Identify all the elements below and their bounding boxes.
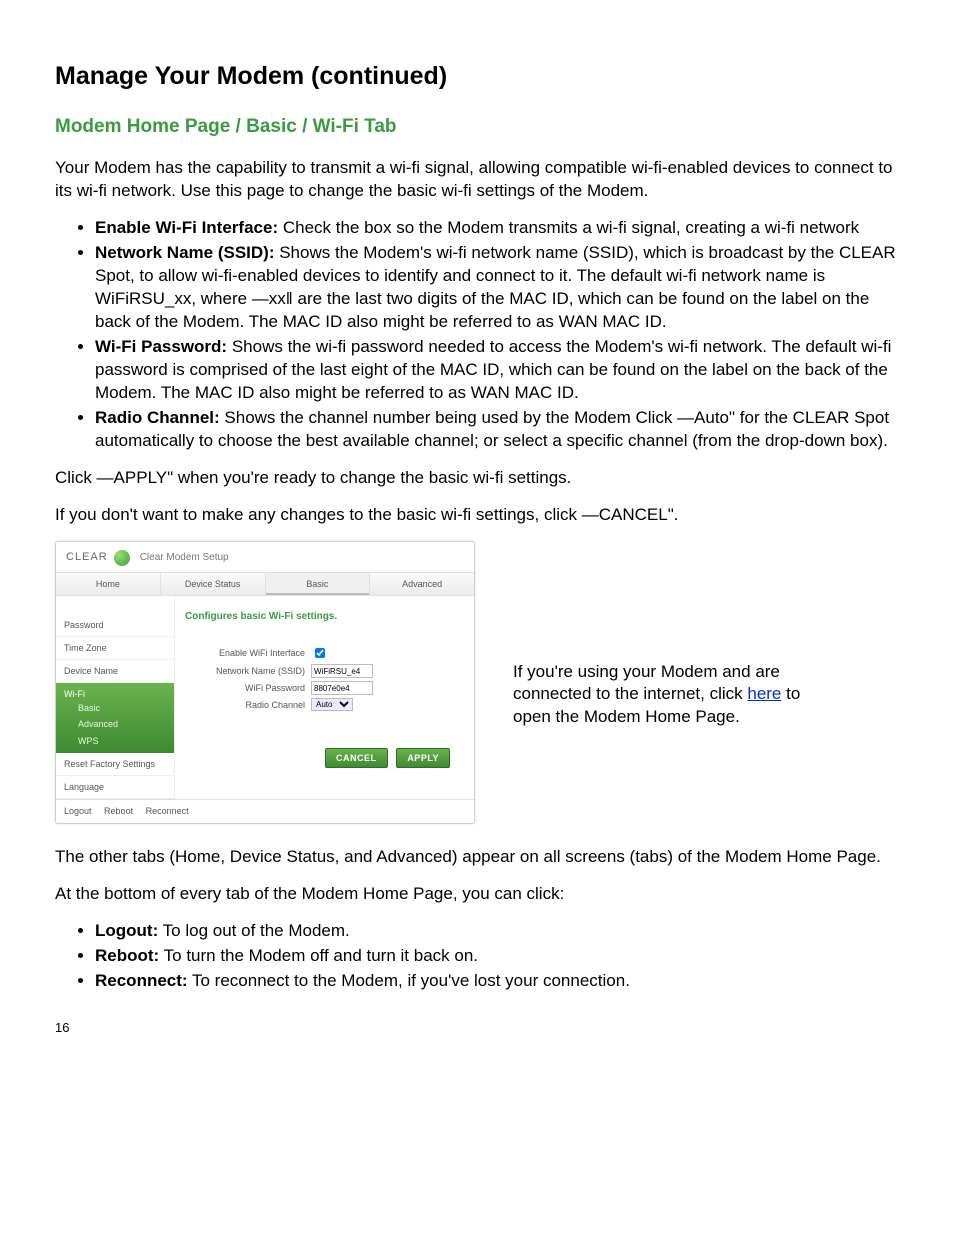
sidebar-item-timezone[interactable]: Time Zone bbox=[56, 637, 174, 660]
enable-wifi-checkbox[interactable] bbox=[315, 648, 325, 658]
other-tabs-note: The other tabs (Home, Device Status, and… bbox=[55, 846, 899, 869]
tab-bar: Home Device Status Basic Advanced bbox=[56, 572, 474, 596]
apply-button[interactable]: APPLY bbox=[396, 748, 450, 768]
side-note: If you're using your Modem and are conne… bbox=[513, 541, 803, 730]
bottom-intro: At the bottom of every tab of the Modem … bbox=[55, 883, 899, 906]
sidebar: Password Time Zone Device Name Wi-Fi Bas… bbox=[56, 596, 174, 799]
footer-reboot[interactable]: Reboot bbox=[104, 806, 133, 816]
footer-logout[interactable]: Logout bbox=[64, 806, 92, 816]
sidebar-item-reset[interactable]: Reset Factory Settings bbox=[56, 753, 174, 776]
ssid-input[interactable] bbox=[311, 664, 373, 678]
ssid-label: Network Name (SSID) bbox=[185, 665, 311, 677]
list-item: Logout: To log out of the Modem. bbox=[95, 920, 899, 943]
footer-links: Logout Reboot Reconnect bbox=[56, 799, 474, 817]
list-item: Network Name (SSID): Shows the Modem's w… bbox=[95, 242, 899, 334]
password-label: WiFi Password bbox=[185, 682, 311, 694]
footer-reconnect[interactable]: Reconnect bbox=[146, 806, 189, 816]
list-item: Enable Wi-Fi Interface: Check the box so… bbox=[95, 217, 899, 240]
brand-logo-icon bbox=[114, 550, 130, 566]
panel-heading: Configures basic Wi-Fi settings. bbox=[185, 610, 464, 624]
list-item: Reconnect: To reconnect to the Modem, if… bbox=[95, 970, 899, 993]
cancel-note: If you don't want to make any changes to… bbox=[55, 504, 899, 527]
feature-list: Enable Wi-Fi Interface: Check the box so… bbox=[55, 217, 899, 452]
password-input[interactable] bbox=[311, 681, 373, 695]
list-item: Radio Channel: Shows the channel number … bbox=[95, 407, 899, 453]
footer-action-list: Logout: To log out of the Modem. Reboot:… bbox=[55, 920, 899, 993]
list-item: Wi-Fi Password: Shows the wi-fi password… bbox=[95, 336, 899, 405]
radio-channel-select[interactable]: Auto bbox=[311, 698, 353, 711]
page-number: 16 bbox=[55, 1019, 899, 1037]
cancel-button[interactable]: CANCEL bbox=[325, 748, 388, 768]
main-panel: Configures basic Wi-Fi settings. Enable … bbox=[174, 596, 474, 799]
tab-basic[interactable]: Basic bbox=[266, 573, 371, 595]
modem-ui-screenshot: CLEAR Clear Modem Setup Home Device Stat… bbox=[55, 541, 475, 825]
sidebar-item-devicename[interactable]: Device Name bbox=[56, 660, 174, 683]
tab-device-status[interactable]: Device Status bbox=[161, 573, 266, 595]
sidebar-sub-wps[interactable]: WPS bbox=[64, 733, 166, 749]
enable-wifi-label: Enable WiFi Interface bbox=[185, 647, 311, 659]
sidebar-item-password[interactable]: Password bbox=[56, 614, 174, 637]
tab-home[interactable]: Home bbox=[56, 573, 161, 595]
list-item: Reboot: To turn the Modem off and turn i… bbox=[95, 945, 899, 968]
tab-advanced[interactable]: Advanced bbox=[370, 573, 474, 595]
intro-paragraph: Your Modem has the capability to transmi… bbox=[55, 157, 899, 203]
here-link[interactable]: here bbox=[747, 684, 781, 703]
sidebar-sub-basic[interactable]: Basic bbox=[64, 700, 166, 716]
brand-label: CLEAR bbox=[66, 550, 108, 565]
sidebar-item-wifi[interactable]: Wi-Fi Basic Advanced WPS bbox=[56, 683, 174, 753]
sidebar-sub-advanced[interactable]: Advanced bbox=[64, 716, 166, 732]
brand-subtitle: Clear Modem Setup bbox=[140, 551, 229, 565]
section-title: Modem Home Page / Basic / Wi-Fi Tab bbox=[55, 114, 899, 140]
page-title: Manage Your Modem (continued) bbox=[55, 60, 899, 94]
apply-note: Click ―APPLY" when you're ready to chang… bbox=[55, 467, 899, 490]
radio-label: Radio Channel bbox=[185, 699, 311, 711]
sidebar-item-language[interactable]: Language bbox=[56, 776, 174, 799]
